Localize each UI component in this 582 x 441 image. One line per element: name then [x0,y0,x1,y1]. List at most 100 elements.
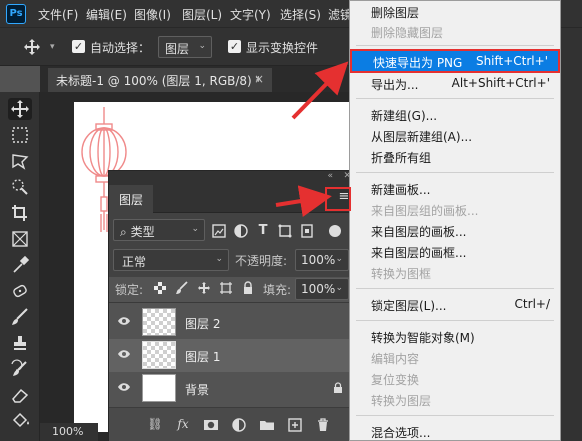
lock-position-icon[interactable] [197,281,211,295]
adjustment-icon[interactable] [231,417,247,433]
eye-icon[interactable] [117,381,131,393]
menu-item-edit-contents: 编辑内容 [350,347,560,369]
photoshop-logo[interactable]: Ps [6,4,26,24]
lock-image-pixels-icon[interactable] [175,281,189,295]
menu-item-label: 新建组(G)... [371,109,438,123]
menu-item-export-as[interactable]: 导出为... Alt+Shift+Ctrl+' [350,73,560,95]
annotation-highlight-box [325,187,351,211]
layer-name[interactable]: 图层 1 [185,348,220,365]
menu-image[interactable]: 图像(I) [134,6,171,23]
close-icon[interactable]: × [254,72,264,86]
move-tool-icon[interactable] [22,37,42,57]
smart-object-filter-icon[interactable] [299,223,315,239]
menu-item-quick-export-png[interactable]: 快速导出为 PNG Shift+Ctrl+' [350,49,560,73]
mask-icon[interactable] [203,417,219,433]
menu-item-label: 导出为... [371,78,419,92]
blend-mode-select[interactable]: 正常 ⌄ [113,249,229,271]
auto-select-target-value: 图层 [165,42,190,56]
eyedropper-tool-icon[interactable] [8,254,32,276]
paint-bucket-tool-icon[interactable] [8,410,32,432]
menu-type[interactable]: 文字(Y) [230,6,271,23]
menu-item-label: 来自图层组的画板... [371,204,479,218]
fill-value: 100% [301,282,336,296]
blend-mode-value: 正常 [122,255,147,269]
layer-thumbnail [142,308,176,336]
quick-selection-tool-icon[interactable] [8,176,32,198]
eye-icon[interactable] [117,348,131,360]
fill-input[interactable]: 100% ⌄ [295,278,349,300]
new-layer-icon[interactable] [287,417,303,433]
menu-item-lock-layers[interactable]: 锁定图层(L)... Ctrl+/ [350,294,560,316]
clone-stamp-tool-icon[interactable] [8,332,32,354]
menu-item-convert-to-frame: 转换为图框 [350,262,560,284]
lock-artboard-icon[interactable] [219,281,233,295]
layer-thumbnail [142,341,176,369]
move-tool-icon[interactable] [8,98,32,120]
menu-item-frame-from-layers[interactable]: 来自图层的画框... [350,241,560,263]
show-transform-checkbox[interactable]: ✓ [228,40,241,53]
menu-separator [356,98,554,99]
link-icon[interactable]: ⛓ [147,417,163,433]
menu-item-label: 编辑内容 [371,352,420,366]
layer-name[interactable]: 背景 [185,381,209,398]
layer-row[interactable]: 背景 [109,372,357,405]
eye-icon[interactable] [117,315,131,327]
eraser-tool-icon[interactable] [8,384,32,406]
chevron-down-icon[interactable]: ▾ [50,42,55,52]
layer-filter-select[interactable]: ⌕ 类型 ⌄ [113,219,205,241]
lasso-tool-icon[interactable] [8,150,32,172]
fx-icon[interactable]: fx [175,417,191,433]
filter-toggle-icon[interactable] [327,223,343,239]
crop-tool-icon[interactable] [8,202,32,224]
menu-separator [356,320,554,321]
collapse-icon[interactable]: « [327,171,333,181]
type-filter-icon[interactable]: T [255,223,271,239]
menu-edit[interactable]: 编辑(E) [86,6,127,23]
lock-icon[interactable] [333,382,343,394]
shape-filter-icon[interactable] [277,223,293,239]
menu-item-label: 删除图层 [371,6,420,20]
lock-label: 锁定: [115,283,144,297]
menu-item-new-group[interactable]: 新建组(G)... [350,104,560,126]
menu-item-convert-to-smart-object[interactable]: 转换为智能对象(M) [350,326,560,348]
adjustment-filter-icon[interactable] [233,223,249,239]
menu-item-artboard-from-layers[interactable]: 来自图层的画板... [350,220,560,242]
group-folder-icon[interactable] [259,417,275,433]
frame-tool-icon[interactable] [8,228,32,250]
history-brush-tool-icon[interactable] [8,358,32,380]
layer-row[interactable]: 图层 2 [109,306,357,339]
layers-panel: « ✕ 图层 ≡ ⌕ 类型 ⌄ T 正常 ⌄ 不透明度: 100% ⌄ 锁定: … [108,170,358,441]
tab-layers[interactable]: 图层 [109,185,154,213]
zoom-level[interactable]: 100% [40,423,98,441]
lock-all-icon[interactable] [241,281,255,295]
menu-item-label: 转换为图层 [371,394,432,408]
menu-item-label: 新建画板... [371,183,431,197]
menu-item-label: 折叠所有组 [371,151,432,165]
menu-item-shortcut: Shift+Ctrl+' [475,54,548,68]
menu-item-new-group-from-layers[interactable]: 从图层新建组(A)... [350,125,560,147]
menu-item-new-artboard[interactable]: 新建画板... [350,178,560,200]
menu-item-blending-options[interactable]: 混合选项... [350,421,560,441]
layer-name[interactable]: 图层 2 [185,315,220,332]
menu-item-label: 混合选项... [371,426,431,440]
pixel-filter-icon[interactable] [211,223,227,239]
search-icon: ⌕ [120,225,127,239]
menu-select[interactable]: 选择(S) [280,6,321,23]
marquee-tool-icon[interactable] [8,124,32,146]
auto-select-checkbox[interactable]: ✓ [72,40,85,53]
document-tab[interactable]: 未标题-1 @ 100% (图层 1, RGB/8) * × [48,68,272,92]
healing-brush-tool-icon[interactable] [8,280,32,302]
menu-layer[interactable]: 图层(L) [182,6,222,23]
trash-icon[interactable] [315,417,331,433]
menu-item-delete-layer[interactable]: 删除图层 [350,1,560,23]
brush-tool-icon[interactable] [8,306,32,328]
chevron-down-icon: ⌄ [191,224,199,234]
menu-file[interactable]: 文件(F) [38,6,78,23]
lock-transparent-pixels-icon[interactable] [153,281,167,295]
menu-item-collapse-all-groups[interactable]: 折叠所有组 [350,146,560,168]
layer-row[interactable]: 图层 1 [109,339,357,372]
menu-item-delete-hidden-layers: 删除隐藏图层 [350,21,560,43]
opacity-input[interactable]: 100% ⌄ [295,249,349,271]
auto-select-target-select[interactable]: 图层 ⌄ [158,36,212,58]
menu-item-reset-transform: 复位变换 [350,368,560,390]
